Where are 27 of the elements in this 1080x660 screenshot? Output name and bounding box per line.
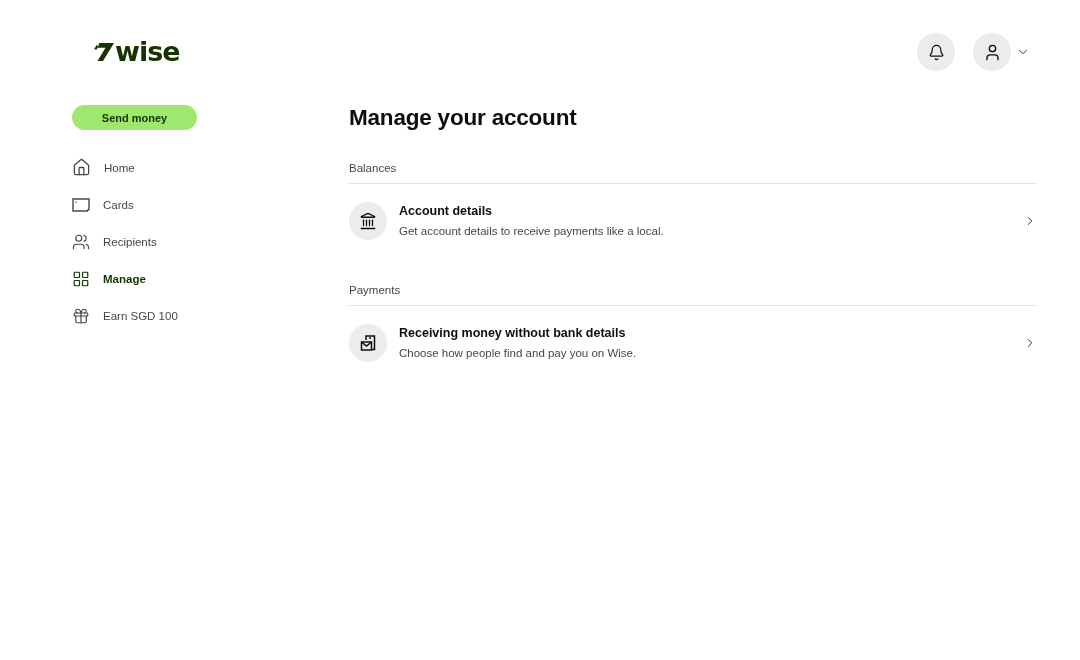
gift-icon bbox=[72, 306, 90, 325]
phone-envelope-icon bbox=[359, 334, 377, 352]
row-description: Choose how people find and pay you on Wise. bbox=[399, 346, 637, 361]
nav-link[interactable]: Manage bbox=[72, 260, 178, 297]
logo-link[interactable]: wise bbox=[94, 40, 180, 64]
page-title: Manage your account bbox=[349, 104, 577, 132]
grid-icon bbox=[72, 269, 90, 288]
notifications-button[interactable] bbox=[917, 33, 955, 71]
nav-link[interactable]: Recipients bbox=[72, 223, 178, 260]
send-money-button[interactable]: Send money bbox=[72, 105, 197, 130]
bank-icon bbox=[359, 212, 377, 230]
section-heading: Payments bbox=[349, 283, 401, 298]
nav-link[interactable]: Earn SGD 100 bbox=[72, 297, 178, 334]
flag-icon bbox=[94, 43, 114, 61]
home-icon bbox=[72, 158, 91, 177]
bell-icon bbox=[927, 43, 945, 61]
row-title: Receiving money without bank details bbox=[399, 325, 626, 342]
nav-link[interactable]: Home bbox=[72, 149, 178, 186]
section-heading: Balances bbox=[349, 161, 397, 176]
settings-row[interactable]: Receiving money without bank details Choose how people find and pay you on Wise. bbox=[349, 324, 1037, 362]
row-description: Get account details to receive payments like a local. bbox=[399, 224, 664, 239]
people-icon bbox=[72, 232, 90, 251]
nav-link[interactable]: Cards bbox=[72, 186, 178, 223]
settings-row[interactable]: Account details Get account details to receive payments like a local. bbox=[349, 202, 1037, 240]
account-button[interactable] bbox=[973, 33, 1011, 71]
row-title: Account details bbox=[399, 203, 493, 220]
card-icon bbox=[72, 197, 90, 212]
